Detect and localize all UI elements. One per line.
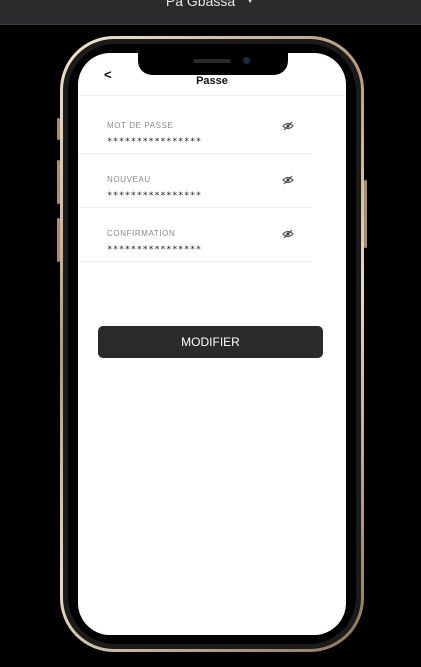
field-underline [78, 207, 312, 208]
eye-slash-icon[interactable] [282, 229, 294, 239]
field-underline [78, 153, 312, 154]
password-value[interactable]: **************** [107, 245, 202, 255]
new-password-field[interactable]: NOUVEAU **************** [78, 163, 346, 217]
header-divider [78, 95, 346, 96]
volume-down-button [57, 218, 60, 262]
eye-slash-icon[interactable] [282, 175, 294, 185]
field-label: NOUVEAU [107, 175, 151, 184]
notch [138, 53, 288, 75]
password-value[interactable]: **************** [107, 191, 202, 201]
field-label: CONFIRMATION [107, 229, 176, 238]
power-button [364, 180, 367, 248]
current-password-field[interactable]: MOT DE PASSE **************** [78, 109, 346, 163]
field-label: MOT DE PASSE [107, 121, 174, 130]
field-underline [78, 261, 312, 262]
device-title[interactable]: Pa Gbassa [166, 0, 235, 8]
password-value[interactable]: **************** [107, 137, 202, 147]
volume-up-button [57, 160, 60, 204]
chevron-down-icon[interactable]: ▼ [245, 0, 255, 6]
camera-icon [243, 57, 250, 64]
confirm-password-field[interactable]: CONFIRMATION **************** [78, 217, 346, 271]
modify-button[interactable]: MODIFIER [98, 326, 323, 358]
app-top-bar: Pa Gbassa ▼ [0, 0, 421, 25]
silent-switch [57, 118, 60, 140]
eye-slash-icon[interactable] [282, 121, 294, 131]
phone-screen: < Passe MOT DE PASSE **************** NO… [78, 53, 346, 635]
page-title: Passe [196, 75, 228, 87]
